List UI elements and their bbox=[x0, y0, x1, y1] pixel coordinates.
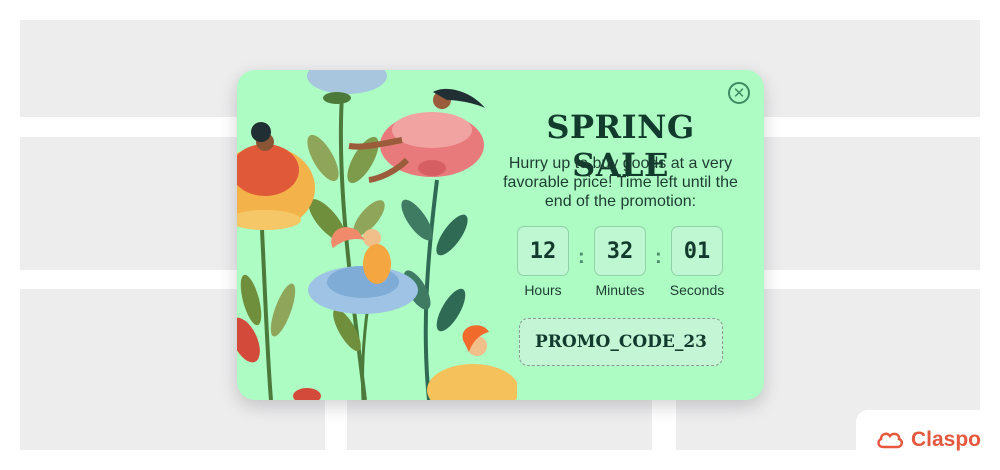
timer-hours: 12 bbox=[517, 226, 569, 276]
timer-minutes-label: Minutes bbox=[595, 282, 645, 298]
promo-code-button[interactable]: PROMO_CODE_23 bbox=[519, 318, 723, 366]
cloud-icon bbox=[877, 432, 903, 449]
timer-separator: : bbox=[655, 246, 662, 268]
brand-name: Claspo bbox=[910, 428, 981, 451]
timer-seconds: 01 bbox=[671, 226, 723, 276]
popup-description: Hurry up to buy goods at a very favorabl… bbox=[503, 155, 738, 210]
timer-hours-label: Hours bbox=[524, 282, 562, 298]
promo-popup: ✕ SPRING SALE Hurry up to buy goods at a… bbox=[237, 70, 764, 400]
timer-seconds-label: Seconds bbox=[669, 282, 725, 298]
close-icon: ✕ bbox=[732, 83, 746, 102]
timer-minutes: 32 bbox=[594, 226, 646, 276]
timer-separator: : bbox=[578, 246, 585, 268]
brand-logo: Claspo bbox=[856, 410, 1000, 470]
floral-illustration bbox=[237, 70, 517, 400]
close-button[interactable]: ✕ bbox=[728, 82, 750, 104]
